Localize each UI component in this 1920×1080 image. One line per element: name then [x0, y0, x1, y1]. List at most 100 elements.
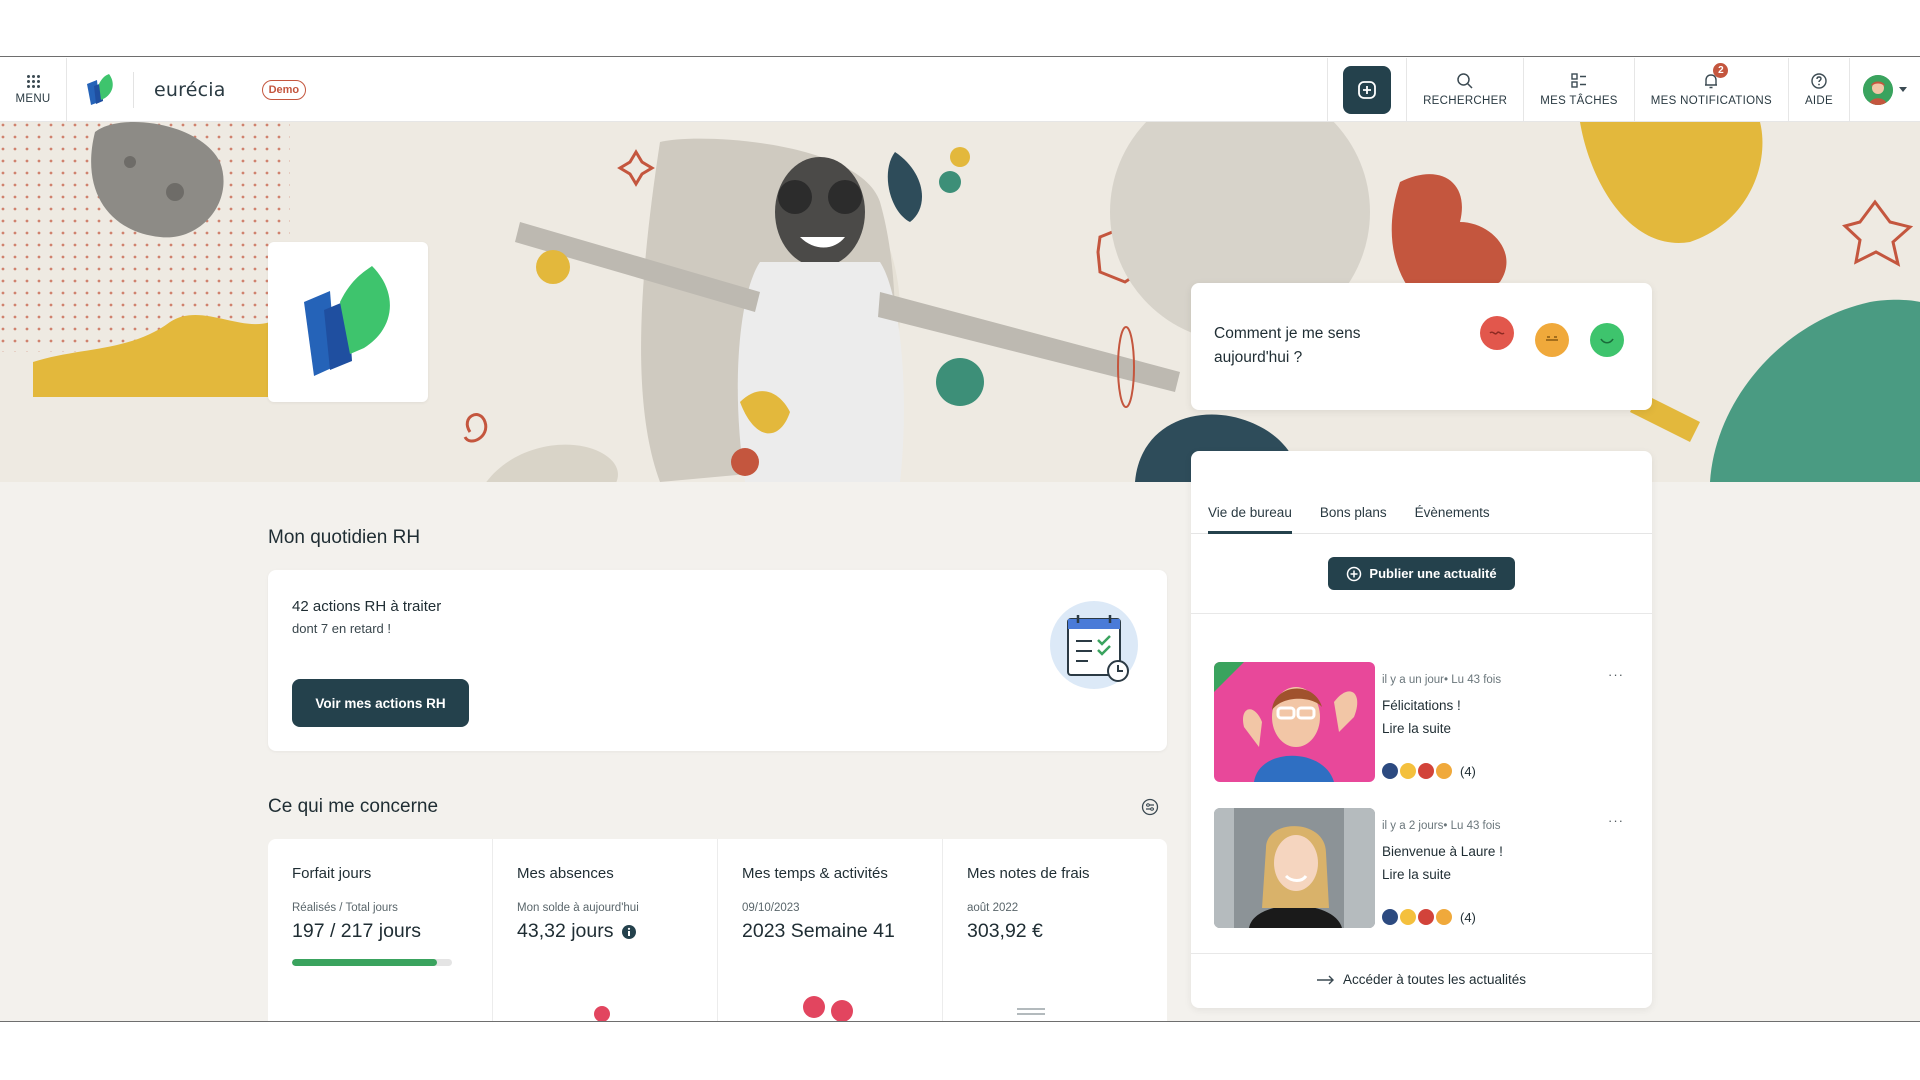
- tile-subtitle: 09/10/2023: [742, 902, 800, 914]
- tasks-button[interactable]: MES TÂCHES: [1524, 58, 1635, 121]
- read-more-link[interactable]: Lire la suite: [1382, 867, 1451, 882]
- tile-subtitle: Réalisés / Total jours: [292, 902, 398, 914]
- news-post[interactable]: il y a 2 jours• Lu 43 fois Bienvenue à L…: [1214, 808, 1634, 928]
- tile-value-text: 43,32 jours: [517, 920, 614, 942]
- tile-value: 43,32 jours: [517, 920, 717, 943]
- sad-face-icon[interactable]: [1480, 316, 1514, 350]
- thumbs-up-icon: [1382, 909, 1398, 925]
- clap-icon: [1436, 909, 1452, 925]
- daily-hr-title: Mon quotidien RH: [268, 527, 421, 548]
- eurecia-logo-icon: [87, 73, 113, 105]
- post-image: [1214, 662, 1375, 782]
- tile-value: 303,92 €: [967, 920, 1167, 943]
- news-panel: Vie de bureau Bons plans Évènements Publ…: [1191, 451, 1652, 1008]
- all-news-link[interactable]: Accéder à toutes les actualités: [1191, 972, 1652, 987]
- filter-settings-icon[interactable]: [1141, 798, 1159, 816]
- neutral-face-icon[interactable]: [1535, 323, 1569, 357]
- bottom-margin: [0, 1021, 1920, 1080]
- post-reactions[interactable]: (4): [1382, 909, 1476, 925]
- tab-vie-de-bureau[interactable]: Vie de bureau: [1208, 505, 1292, 534]
- top-margin: [0, 0, 1920, 57]
- tile-forfait-jours[interactable]: Forfait jours Réalisés / Total jours 197…: [268, 839, 493, 1021]
- checklist-calendar-icon: [1050, 601, 1138, 689]
- post-meta: il y a un jour• Lu 43 fois: [1382, 674, 1502, 686]
- help-label: AIDE: [1804, 95, 1833, 107]
- plus-circle-icon: [1347, 566, 1362, 581]
- info-icon[interactable]: [621, 924, 637, 940]
- my-concerns-tiles: Forfait jours Réalisés / Total jours 197…: [268, 839, 1167, 1021]
- tile-subtitle: août 2022: [967, 902, 1019, 914]
- laugh-icon: [1400, 763, 1416, 779]
- post-image: [1214, 808, 1375, 928]
- notifications-button[interactable]: 2 MES NOTIFICATIONS: [1635, 58, 1789, 121]
- days-progress-bar: [292, 959, 452, 966]
- post-meta: il y a 2 jours• Lu 43 fois: [1382, 820, 1501, 832]
- hr-actions-count: 42 actions RH à traiter: [292, 598, 442, 615]
- tile-value: 197 / 217 jours: [292, 920, 492, 943]
- mood-question: Comment je me sens aujourd'hui ?: [1214, 325, 1361, 366]
- heart-icon: [1418, 909, 1434, 925]
- notifications-count-badge: 2: [1713, 63, 1729, 78]
- tile-temps-activites[interactable]: Mes temps & activités 09/10/2023 2023 Se…: [718, 839, 943, 1021]
- expense-decoration-icon: [1017, 1008, 1045, 1015]
- all-news-label: Accéder à toutes les actualités: [1342, 972, 1527, 987]
- publish-news-label: Publier une actualité: [1369, 566, 1497, 581]
- read-more-link[interactable]: Lire la suite: [1382, 721, 1451, 736]
- menu-label: MENU: [15, 92, 51, 105]
- divider: [1191, 613, 1652, 614]
- notifications-label: MES NOTIFICATIONS: [1650, 95, 1772, 107]
- more-options-icon[interactable]: ···: [1608, 813, 1624, 828]
- tile-value: 2023 Semaine 41: [742, 920, 942, 943]
- search-label: RECHERCHER: [1423, 95, 1508, 107]
- top-navigation-bar: MENU eurécia Demo RECHERCHER MES TÂCHES …: [0, 58, 1920, 122]
- company-logo-icon: [304, 266, 390, 376]
- tile-title: Mes temps & activités: [742, 865, 888, 882]
- post-title: Félicitations !: [1382, 698, 1461, 713]
- view-hr-actions-button[interactable]: Voir mes actions RH: [292, 679, 469, 727]
- demo-badge: Demo: [261, 79, 307, 100]
- quick-add-wrapper: [1327, 58, 1408, 121]
- reaction-count: (4): [1460, 909, 1476, 925]
- absence-decoration-icon: [594, 1006, 610, 1021]
- tile-notes-de-frais[interactable]: Mes notes de frais août 2022 303,92 €: [943, 839, 1167, 1021]
- more-options-icon[interactable]: ···: [1608, 667, 1624, 682]
- my-concerns-title: Ce qui me concerne: [268, 796, 439, 817]
- post-reactions[interactable]: (4): [1382, 763, 1476, 779]
- help-button[interactable]: AIDE: [1789, 58, 1850, 121]
- tile-title: Mes absences: [517, 865, 614, 882]
- happy-face-icon[interactable]: [1590, 323, 1624, 357]
- menu-button[interactable]: MENU: [0, 58, 67, 121]
- search-button[interactable]: RECHERCHER: [1407, 58, 1525, 121]
- quick-add-button[interactable]: [1343, 65, 1392, 114]
- reaction-count: (4): [1460, 763, 1476, 779]
- heart-icon: [1418, 763, 1434, 779]
- tile-mes-absences[interactable]: Mes absences Mon solde à aujourd'hui 43,…: [493, 839, 718, 1021]
- hr-actions-card: 42 actions RH à traiter dont 7 en retard…: [268, 570, 1167, 751]
- news-tabs: Vie de bureau Bons plans Évènements: [1191, 505, 1652, 534]
- clap-icon: [1436, 763, 1452, 779]
- brand[interactable]: eurécia Demo: [67, 58, 307, 121]
- tile-title: Mes notes de frais: [967, 865, 1090, 882]
- search-icon: [1457, 73, 1473, 89]
- tile-subtitle: Mon solde à aujourd'hui: [517, 902, 639, 914]
- publish-news-button[interactable]: Publier une actualité: [1328, 557, 1515, 590]
- mood-card: Comment je me sens aujourd'hui ?: [1191, 283, 1652, 410]
- tile-value-text: 2023 Semaine 41: [742, 920, 895, 942]
- help-circle-icon: [1811, 73, 1827, 89]
- tasks-label: MES TÂCHES: [1540, 95, 1618, 107]
- activity-decoration-icon: [803, 996, 853, 1021]
- plus-circle-icon: [1358, 80, 1376, 99]
- tile-value-text: 197 / 217 jours: [292, 920, 422, 942]
- arrow-right-icon: [1316, 975, 1334, 984]
- days-progress-fill: [292, 959, 438, 966]
- brand-wordmark: eurécia: [154, 78, 226, 101]
- brand-divider: [133, 71, 134, 108]
- grid-menu-icon: [26, 74, 40, 88]
- thumbs-up-icon: [1382, 763, 1398, 779]
- news-post[interactable]: il y a un jour• Lu 43 fois Félicitations…: [1214, 662, 1634, 782]
- divider: [1191, 953, 1652, 954]
- user-menu[interactable]: [1850, 58, 1920, 121]
- tab-evenements[interactable]: Évènements: [1415, 505, 1490, 534]
- tab-bons-plans[interactable]: Bons plans: [1320, 505, 1387, 534]
- tile-value-text: 303,92 €: [967, 920, 1043, 942]
